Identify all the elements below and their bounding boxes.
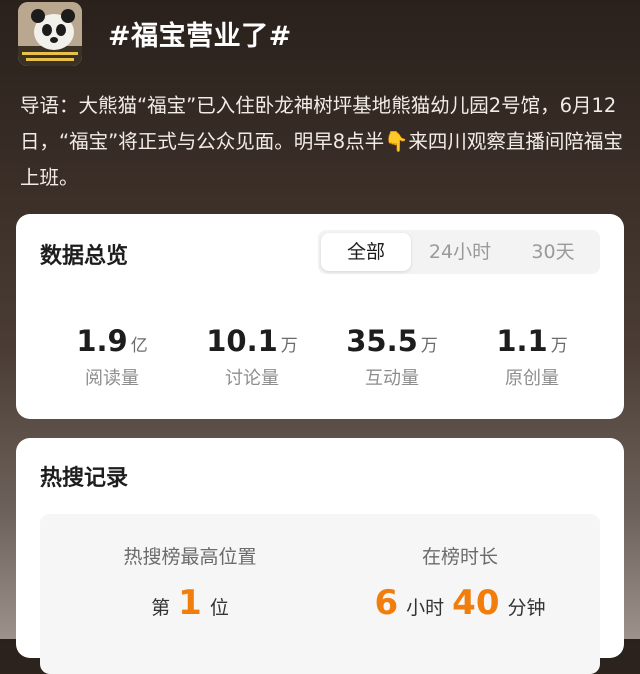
tab-all[interactable]: 全部 <box>321 233 411 271</box>
stat-originals: 1.1 万 原创量 <box>462 324 602 390</box>
stat-interactions: 35.5 万 互动量 <box>322 324 462 390</box>
duration-hours-unit: 小时 <box>406 597 445 619</box>
stat-originals-label: 原创量 <box>505 368 559 389</box>
topic-intro: 导语：大熊猫“福宝”已入住卧龙神树坪基地熊猫幼儿园2号馆，6月12日，“福宝”将… <box>20 88 625 196</box>
stat-reads: 1.9 亿 阅读量 <box>42 324 182 390</box>
highest-position: 热搜榜最高位置 第1位 <box>60 542 320 623</box>
topic-header: #福宝营业了# 导语：大熊猫“福宝”已入住卧龙神树坪基地熊猫幼儿园2号馆，6月1… <box>0 0 640 215</box>
hot-search-record-panel: 热搜榜最高位置 第1位 在榜时长 6 小时 40 分钟 <box>40 514 600 674</box>
tab-24h[interactable]: 24小时 <box>414 230 506 274</box>
highest-position-label: 热搜榜最高位置 <box>123 546 257 568</box>
stat-originals-unit: 万 <box>550 336 568 356</box>
duration-hours-value: 6 <box>374 583 399 623</box>
stat-discussions: 10.1 万 讨论量 <box>182 324 322 390</box>
topic-avatar[interactable] <box>18 2 82 66</box>
on-list-duration: 在榜时长 6 小时 40 分钟 <box>330 542 590 623</box>
on-list-duration-label: 在榜时长 <box>421 546 498 568</box>
highest-position-prefix: 第 <box>151 597 171 619</box>
stat-discussions-value: 10.1 <box>206 324 278 358</box>
stat-originals-value: 1.1 <box>496 324 548 358</box>
data-overview-card: 数据总览 全部 24小时 30天 1.9 亿 阅读量 10.1 万 讨论量 35.5… <box>16 214 624 419</box>
stat-reads-label: 阅读量 <box>85 368 139 389</box>
panda-image-icon <box>18 2 82 66</box>
stat-interactions-label: 互动量 <box>365 368 419 389</box>
highest-position-suffix: 位 <box>209 597 229 619</box>
stat-interactions-value: 35.5 <box>346 324 418 358</box>
duration-minutes-value: 40 <box>452 583 500 623</box>
tab-30d[interactable]: 30天 <box>508 230 598 274</box>
time-range-tabs: 全部 24小时 30天 <box>318 230 600 274</box>
pointing-hand-icon: 👇 <box>384 130 409 153</box>
stat-reads-value: 1.9 <box>76 324 128 358</box>
stat-discussions-label: 讨论量 <box>225 368 279 389</box>
highest-position-value: 1 <box>178 583 202 623</box>
stat-discussions-unit: 万 <box>280 336 298 356</box>
duration-minutes-unit: 分钟 <box>507 597 546 619</box>
overview-title: 数据总览 <box>40 244 129 269</box>
topic-title: #福宝营业了# <box>108 21 292 52</box>
stat-interactions-unit: 万 <box>420 336 438 356</box>
hot-search-card: 热搜记录 热搜榜最高位置 第1位 在榜时长 6 小时 40 分钟 <box>16 438 624 674</box>
stat-reads-unit: 亿 <box>130 336 148 356</box>
hot-search-title: 热搜记录 <box>40 466 129 491</box>
